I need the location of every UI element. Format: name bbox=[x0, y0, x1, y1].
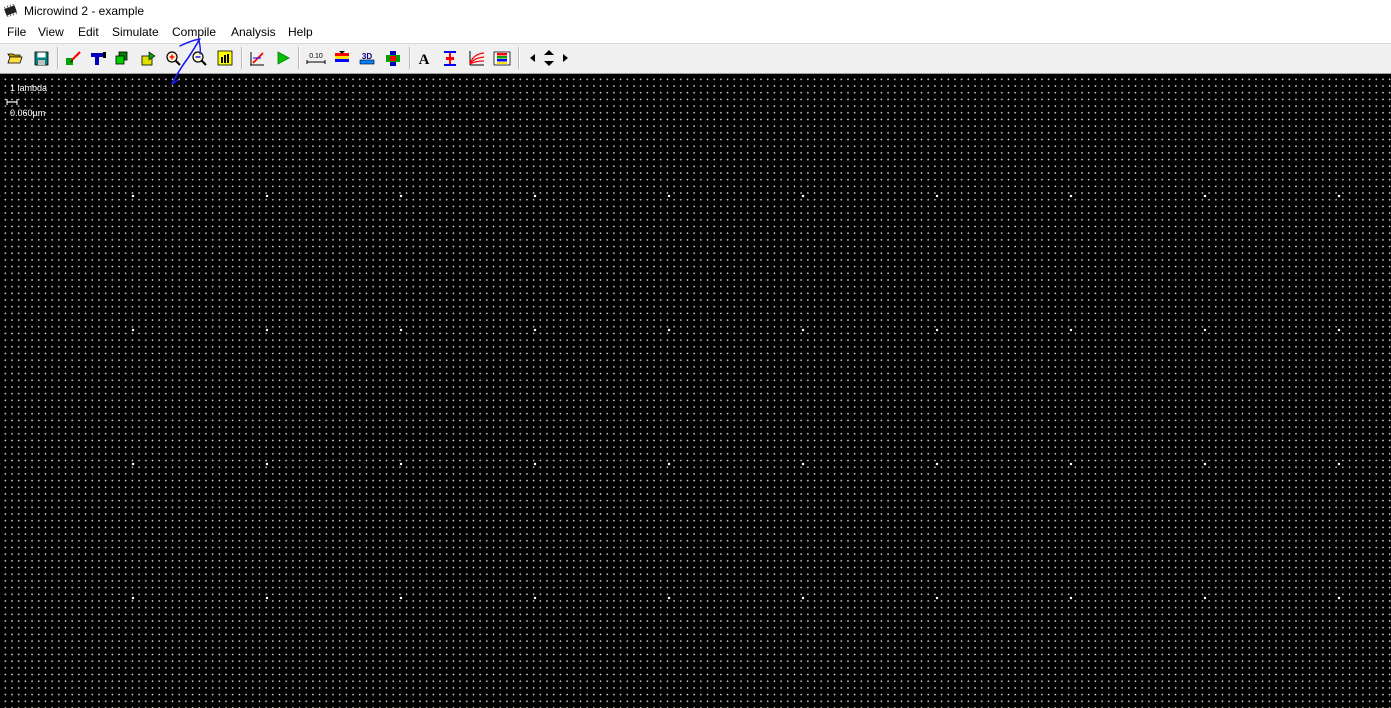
window-title: Microwind 2 - example bbox=[24, 4, 145, 18]
3d-view-icon[interactable]: 3D bbox=[357, 48, 377, 68]
major-grid-dots bbox=[0, 74, 1391, 708]
delete-paint-gun-icon[interactable] bbox=[88, 48, 108, 68]
microwind-chip-icon bbox=[3, 4, 18, 17]
toolbar-separator bbox=[298, 47, 300, 69]
toolbar-separator bbox=[57, 47, 59, 69]
mos-characteristics-icon[interactable] bbox=[383, 48, 403, 68]
scale-bar bbox=[6, 99, 18, 105]
layout-canvas[interactable]: 1 lambda 0.060µm bbox=[0, 74, 1391, 708]
menu-analysis[interactable]: Analysis bbox=[231, 25, 276, 39]
menu-compile[interactable]: Compile bbox=[172, 25, 216, 39]
vertical-cut-icon[interactable] bbox=[440, 48, 460, 68]
zoom-out-icon[interactable] bbox=[189, 48, 209, 68]
view-all-icon[interactable] bbox=[215, 48, 235, 68]
3d-label: 3D bbox=[362, 52, 372, 61]
cross-section-icon[interactable] bbox=[332, 48, 352, 68]
menu-view[interactable]: View bbox=[38, 25, 64, 39]
toolbar-separator bbox=[409, 47, 411, 69]
zoom-in-icon[interactable] bbox=[163, 48, 183, 68]
title-bar: Microwind 2 - example bbox=[0, 0, 1391, 22]
mos-curves-icon[interactable] bbox=[466, 48, 486, 68]
measure-label: 0.10 bbox=[309, 53, 323, 60]
menu-simulate[interactable]: Simulate bbox=[112, 25, 159, 39]
run-simulation-icon[interactable] bbox=[273, 48, 293, 68]
toolbar-separator bbox=[518, 47, 520, 69]
open-folder-icon[interactable] bbox=[5, 48, 25, 68]
add-text-icon[interactable]: A bbox=[414, 48, 434, 68]
navigation-arrows-icon[interactable] bbox=[526, 48, 572, 68]
measure-distance-icon[interactable]: 0.10 bbox=[306, 48, 326, 68]
save-disk-icon[interactable] bbox=[31, 48, 51, 68]
toolbar-separator bbox=[241, 47, 243, 69]
menu-edit[interactable]: Edit bbox=[78, 25, 99, 39]
copy-icon[interactable] bbox=[112, 48, 132, 68]
menu-file[interactable]: File bbox=[7, 25, 26, 39]
microwind-window: Microwind 2 - example File View Edit Sim… bbox=[0, 0, 1391, 708]
scale-lambda-label: 1 lambda bbox=[10, 83, 48, 93]
layer-palette-icon[interactable] bbox=[492, 48, 512, 68]
toolbar: 0.10 3D A bbox=[0, 43, 1391, 74]
scale-micron-label: 0.060µm bbox=[10, 108, 46, 118]
svg-text:A: A bbox=[419, 52, 430, 66]
menu-bar: File View Edit Simulate Compile Analysis… bbox=[0, 22, 1391, 42]
connection-icon[interactable] bbox=[247, 48, 267, 68]
draw-box-icon[interactable] bbox=[63, 48, 83, 68]
menu-help[interactable]: Help bbox=[288, 25, 313, 39]
stretch-move-icon[interactable] bbox=[138, 48, 158, 68]
